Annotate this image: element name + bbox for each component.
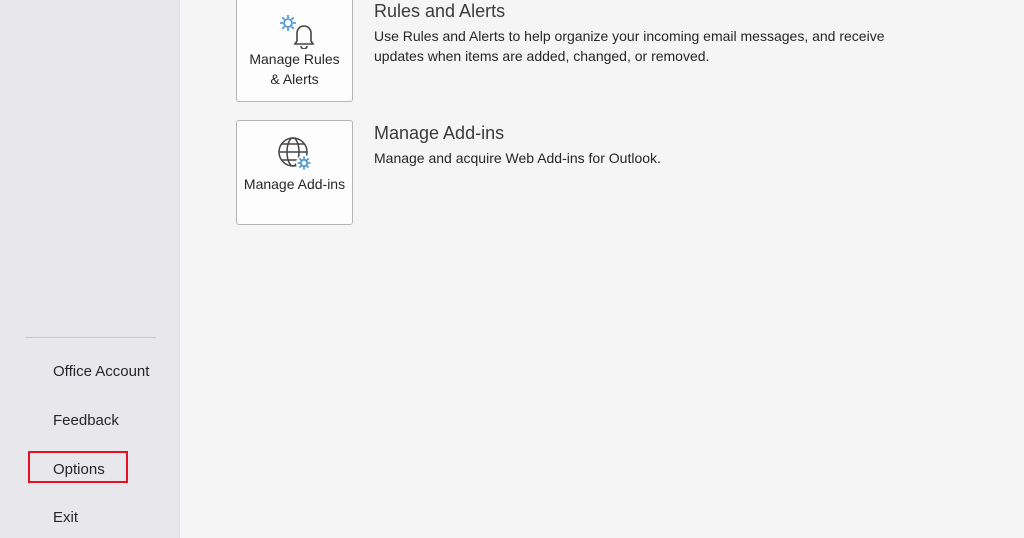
sidebar-divider xyxy=(25,337,156,338)
rules-alerts-icon xyxy=(279,15,314,49)
manage-rules-alerts-label: Manage Rules & Alerts xyxy=(249,51,340,87)
rules-alerts-title: Rules and Alerts xyxy=(374,1,506,21)
sidebar-item-office-account[interactable]: Office Account xyxy=(53,362,149,382)
manage-rules-alerts-button[interactable]: Manage Rules & Alerts xyxy=(236,0,353,102)
globe-gear-icon xyxy=(277,137,312,171)
backstage-sidebar: Office Account Feedback Options Exit xyxy=(0,0,180,538)
manage-addins-description: Manage and acquire Web Add-ins for Outlo… xyxy=(374,150,661,166)
rules-alerts-description: Use Rules and Alerts to help organize yo… xyxy=(374,28,885,64)
main-content: Manage Rules & Alerts Rules and Alerts U… xyxy=(180,0,1024,538)
manage-addins-title: Manage Add-ins xyxy=(374,123,505,143)
sidebar-item-feedback[interactable]: Feedback xyxy=(53,411,119,431)
sidebar-item-options[interactable]: Options xyxy=(53,460,105,480)
sidebar-item-exit[interactable]: Exit xyxy=(53,508,78,528)
outlook-backstage: Office Account Feedback Options Exit Man… xyxy=(0,0,1024,538)
manage-addins-button[interactable]: Manage Add-ins xyxy=(236,120,353,225)
manage-addins-label: Manage Add-ins xyxy=(243,176,346,192)
